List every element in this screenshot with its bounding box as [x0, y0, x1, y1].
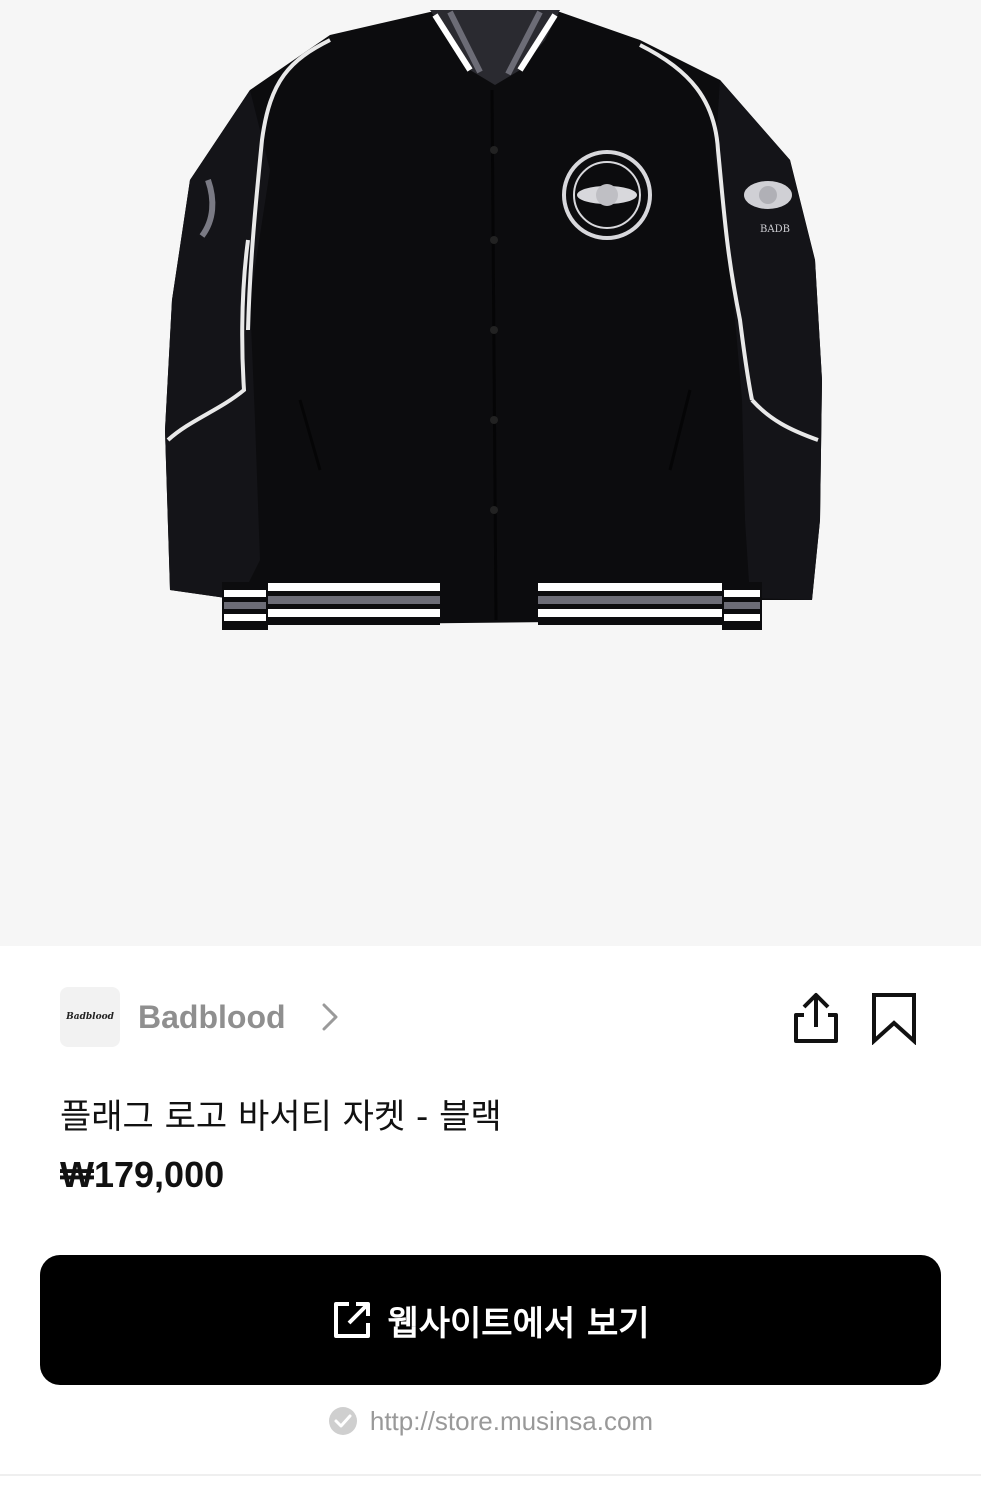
share-icon[interactable] [788, 989, 844, 1045]
product-image[interactable]: BADB [0, 0, 981, 946]
brand-row: Badblood Badblood [60, 987, 930, 1047]
brand-name-link[interactable]: Badblood [138, 997, 286, 1037]
product-title: 플래그 로고 바서티 자켓 - 블랙 [60, 1097, 502, 1137]
source-url-row: http://store.musinsa.com [0, 1403, 981, 1439]
product-price: ₩179,000 [60, 1154, 225, 1195]
brand-logo-text: Badblood [66, 1012, 114, 1022]
brand-logo[interactable]: Badblood [60, 987, 120, 1047]
jacket-illustration: BADB [165, 10, 822, 630]
verified-check-icon [328, 1407, 357, 1435]
chest-patch [562, 150, 652, 240]
chevron-right-icon[interactable] [318, 1001, 342, 1033]
external-link-icon [334, 1302, 371, 1338]
bookmark-icon[interactable] [866, 989, 922, 1045]
view-website-button[interactable]: 웹사이트에서 보기 [40, 1255, 941, 1385]
svg-text:BADB: BADB [760, 224, 790, 235]
view-website-label: 웹사이트에서 보기 [387, 1303, 650, 1344]
divider [0, 1474, 981, 1476]
source-url[interactable]: http://store.musinsa.com [370, 1406, 653, 1437]
